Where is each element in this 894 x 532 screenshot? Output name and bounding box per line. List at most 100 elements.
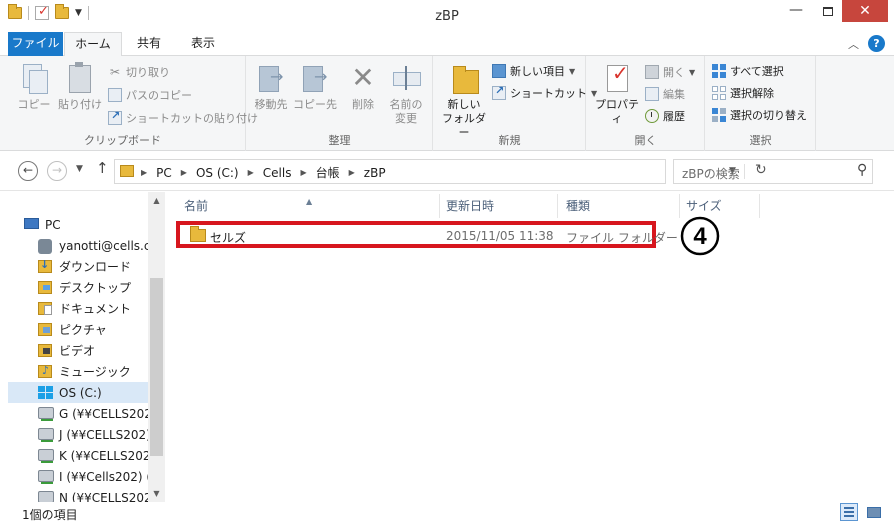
select-all-icon — [712, 64, 726, 78]
chevron-right-icon[interactable]: ▶ — [181, 168, 187, 177]
chevron-right-icon[interactable]: ▶ — [248, 168, 254, 177]
column-header-type[interactable]: 種類 — [558, 194, 680, 218]
recent-locations-dropdown[interactable]: ▼ — [76, 164, 83, 174]
delete-icon: ✕ — [351, 61, 375, 94]
copy-to-icon — [300, 62, 330, 94]
copy-to-button[interactable]: コピー先 — [293, 60, 337, 112]
maximize-button[interactable] — [814, 0, 842, 24]
sidebar-item-pictures[interactable]: ピクチャ — [38, 319, 148, 340]
chevron-down-icon: ▼ — [569, 66, 576, 76]
sidebar-item-documents[interactable]: ドキュメント — [38, 298, 148, 319]
sidebar-item-drive-k[interactable]: K (¥¥CELLS202 — [38, 445, 148, 466]
step-number-marker: 4 — [680, 216, 720, 256]
sidebar-item-drive-j[interactable]: J (¥¥CELLS202) — [38, 424, 148, 445]
pictures-folder-icon — [38, 322, 52, 336]
tab-share[interactable]: 共有 — [126, 32, 172, 56]
network-drive-icon — [38, 469, 54, 484]
music-folder-icon — [38, 364, 52, 378]
new-folder-button[interactable]: 新しい フォルダー — [438, 60, 490, 140]
organize-group: 移動先 コピー先 ✕ 削除 名前の 変更 整理 — [247, 56, 433, 151]
search-input[interactable]: zBPの検索 ⚲ — [673, 159, 873, 184]
up-button[interactable]: ↑ — [96, 159, 109, 177]
scrollbar-thumb[interactable] — [150, 278, 163, 456]
copy-path-button[interactable]: パスのコピー — [108, 87, 192, 103]
breadcrumb-item[interactable]: OS (C:) — [196, 166, 239, 180]
new-group-label: 新規 — [498, 134, 521, 147]
new-folder-icon — [449, 62, 479, 94]
status-bar: 1個の項目 — [0, 502, 894, 532]
scroll-up-icon[interactable]: ▲ — [148, 196, 165, 205]
edit-button[interactable]: 編集 — [645, 86, 685, 102]
shortcut-icon — [492, 84, 506, 100]
select-none-button[interactable]: 選択解除 — [712, 85, 774, 101]
videos-folder-icon — [38, 343, 52, 357]
select-all-button[interactable]: すべて選択 — [712, 63, 784, 79]
open-group: プロパティ 開く ▼ 編集 履歴 開く — [587, 56, 705, 151]
svg-text:4: 4 — [693, 223, 707, 250]
breadcrumb-item[interactable]: 台帳 — [316, 164, 340, 181]
tab-view[interactable]: 表示 — [180, 32, 226, 56]
paste-button[interactable]: 貼り付け — [56, 60, 104, 112]
address-bar[interactable]: ▶ PC ▶ OS (C:) ▶ Cells ▶ 台帳 ▶ zBP ▼ ↻ — [114, 159, 767, 184]
history-icon — [645, 109, 659, 123]
file-modified: 2015/11/05 11:38 — [446, 229, 554, 243]
help-icon[interactable]: ? — [868, 35, 885, 52]
properties-button[interactable]: プロパティ — [591, 60, 643, 126]
move-to-button[interactable]: 移動先 — [251, 60, 291, 112]
edit-icon — [645, 87, 659, 101]
paste-shortcut-icon — [108, 109, 122, 125]
forward-button[interactable]: → — [47, 161, 67, 181]
table-row[interactable]: セルズ 2015/11/05 11:38 ファイル フォルダー — [176, 221, 678, 248]
minimize-button[interactable]: — — [782, 0, 810, 24]
organize-group-label: 整理 — [328, 134, 351, 147]
file-type: ファイル フォルダー — [566, 231, 678, 245]
details-view-icon[interactable] — [840, 503, 858, 521]
copy-button[interactable]: コピー — [14, 60, 54, 112]
sidebar-item-downloads[interactable]: ダウンロード — [38, 256, 148, 277]
chevron-right-icon[interactable]: ▶ — [300, 168, 306, 177]
column-header-name[interactable]: ▲ 名前 — [176, 194, 440, 218]
tab-home[interactable]: ホーム — [64, 32, 122, 57]
pc-icon — [24, 217, 39, 229]
sidebar-item-drive-i[interactable]: I (¥¥Cells202) ( — [38, 466, 148, 487]
navigation-pane-scrollbar[interactable]: ▲ ▼ — [148, 192, 165, 502]
sidebar-item-videos[interactable]: ビデオ — [38, 340, 148, 361]
scroll-down-icon[interactable]: ▼ — [148, 489, 165, 498]
copy-icon — [21, 62, 48, 94]
new-group: 新しい フォルダー 新しい項目 ▼ ショートカット ▼ 新規 — [434, 56, 597, 151]
copy-path-icon — [108, 88, 122, 102]
sidebar-item-drive-g[interactable]: G (¥¥CELLS202 — [38, 403, 148, 424]
select-group-label: 選択 — [749, 134, 772, 147]
tab-file[interactable]: ファイル — [8, 32, 63, 56]
breadcrumb-item[interactable]: PC — [156, 166, 172, 180]
history-button[interactable]: 履歴 — [645, 108, 685, 124]
breadcrumb-item[interactable]: Cells — [263, 166, 292, 180]
rename-button[interactable]: 名前の 変更 — [385, 60, 427, 126]
sidebar-item-pc[interactable]: PC — [24, 214, 165, 235]
sidebar-item-os-c[interactable]: OS (C:) — [8, 382, 148, 403]
ribbon: コピー 貼り付け ✂ 切り取り パスのコピー ショートカットの貼り付け クリップ… — [0, 56, 894, 151]
close-button[interactable]: ✕ — [842, 0, 888, 22]
delete-button[interactable]: ✕ 削除 — [345, 60, 381, 112]
sidebar-item-drive-n[interactable]: N (¥¥CELLS202 — [38, 487, 148, 502]
new-item-button[interactable]: 新しい項目 ▼ — [492, 63, 575, 79]
open-button[interactable]: 開く ▼ — [645, 64, 695, 80]
collapse-ribbon-button[interactable]: ︿ — [848, 36, 859, 52]
sidebar-item-user[interactable]: yanotti@cells.c — [38, 235, 148, 256]
easy-access-button[interactable]: ショートカット ▼ — [492, 84, 597, 101]
paste-icon — [67, 62, 93, 94]
search-icon[interactable]: ⚲ — [857, 162, 867, 178]
large-icons-view-icon[interactable] — [864, 503, 882, 521]
chevron-right-icon[interactable]: ▶ — [141, 168, 147, 177]
back-button[interactable]: ← — [18, 161, 38, 181]
sidebar-item-desktop[interactable]: デスクトップ — [38, 277, 148, 298]
sidebar-item-music[interactable]: ミュージック — [38, 361, 148, 382]
cut-button[interactable]: ✂ 切り取り — [108, 64, 170, 80]
breadcrumb-item[interactable]: zBP — [364, 166, 386, 180]
title-bar: ▼ zBP — ✕ — [0, 0, 894, 32]
paste-shortcut-button[interactable]: ショートカットの貼り付け — [108, 109, 258, 126]
column-header-modified[interactable]: 更新日時 — [438, 194, 558, 218]
documents-folder-icon — [38, 301, 52, 315]
invert-selection-button[interactable]: 選択の切り替え — [712, 107, 807, 123]
chevron-right-icon[interactable]: ▶ — [349, 168, 355, 177]
